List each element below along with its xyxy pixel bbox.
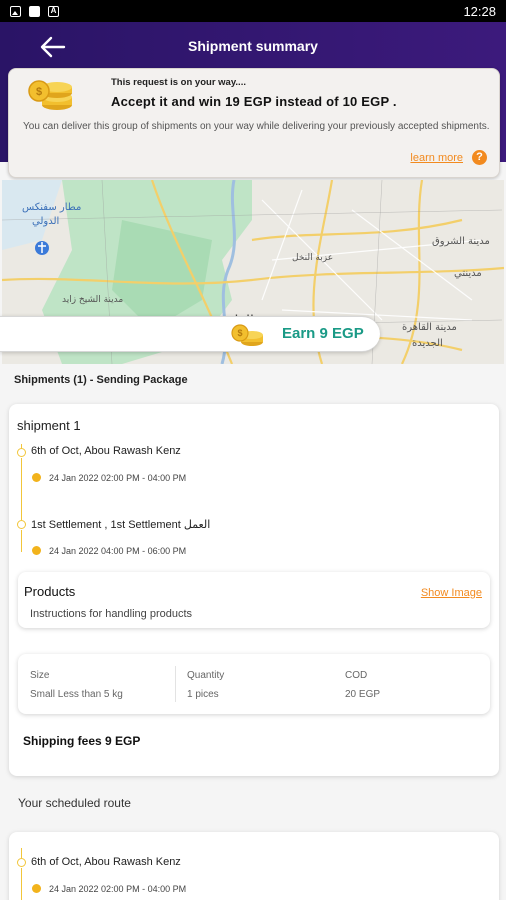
products-panel: Products Instructions for handling produ… bbox=[18, 572, 490, 628]
cod-label: COD bbox=[345, 670, 368, 681]
divider bbox=[175, 666, 176, 702]
pickup-time: 24 Jan 2022 02:00 PM - 04:00 PM bbox=[49, 473, 187, 483]
quantity-column: Quantity 1 pices bbox=[187, 670, 224, 700]
route-card: 6th of Oct, Abou Rawash Kenz 24 Jan 2022… bbox=[9, 832, 499, 900]
shipment-details: Size Small Less than 5 kg Quantity 1 pic… bbox=[18, 654, 490, 714]
timeline-dot bbox=[16, 858, 26, 867]
size-label: Size bbox=[30, 670, 50, 681]
products-title: Products bbox=[24, 584, 76, 599]
quantity-value: 1 pices bbox=[187, 689, 219, 700]
shipment-card: shipment 1 6th of Oct, Abou Rawash Kenz … bbox=[9, 404, 499, 776]
pickup-address: 6th of Oct, Abou Rawash Kenz bbox=[31, 445, 181, 457]
timeline-dot bbox=[16, 448, 26, 457]
status-bar: A 12:28 bbox=[0, 0, 506, 22]
route-stop-address: 6th of Oct, Abou Rawash Kenz bbox=[31, 856, 181, 868]
clock-icon bbox=[32, 473, 41, 482]
earn-text: Earn 9 EGP bbox=[282, 325, 364, 342]
page-title: Shipment summary bbox=[188, 38, 318, 54]
dropoff-address: 1st Settlement , 1st Settlement العمل bbox=[31, 519, 211, 531]
svg-text:مدينتي: مدينتي bbox=[454, 268, 482, 279]
route-title: Your scheduled route bbox=[18, 796, 131, 810]
shipment-name: shipment 1 bbox=[17, 418, 81, 433]
timeline-line bbox=[21, 868, 22, 900]
timeline-line bbox=[21, 848, 22, 858]
earn-badge: $ Earn 9 EGP bbox=[0, 316, 380, 352]
cod-value: 20 EGP bbox=[345, 689, 381, 700]
timeline-line bbox=[21, 458, 22, 520]
svg-text:عزبة النخل: عزبة النخل bbox=[292, 253, 333, 263]
shipments-section-title: Shipments (1) - Sending Package bbox=[14, 374, 188, 386]
timeline-dot bbox=[16, 520, 26, 529]
coins-icon: $ bbox=[28, 80, 72, 110]
square-notification-icon bbox=[29, 5, 40, 17]
learn-more-link[interactable]: learn more bbox=[410, 152, 463, 164]
shipping-fees: Shipping fees 9 EGP bbox=[23, 734, 141, 748]
coins-icon: $ bbox=[231, 324, 263, 346]
size-column: Size Small Less than 5 kg bbox=[30, 670, 123, 700]
help-icon[interactable]: ? bbox=[472, 150, 487, 165]
app-notification-icon: A bbox=[48, 5, 59, 17]
show-image-link[interactable]: Show Image bbox=[421, 587, 482, 599]
products-description: Instructions for handling products bbox=[30, 608, 193, 620]
offer-headline: Accept it and win 19 EGP instead of 10 E… bbox=[111, 94, 397, 109]
svg-text:مدينة القاهرة: مدينة القاهرة bbox=[402, 322, 457, 333]
svg-text:مطار سفنكس: مطار سفنكس bbox=[22, 202, 81, 213]
cod-column: COD 20 EGP bbox=[345, 670, 380, 700]
route-stop-time: 24 Jan 2022 02:00 PM - 04:00 PM bbox=[49, 884, 187, 894]
offer-description: You can deliver this group of shipments … bbox=[23, 121, 490, 132]
size-value: Small Less than 5 kg bbox=[30, 689, 123, 700]
svg-text:الجديدة: الجديدة bbox=[412, 338, 443, 349]
quantity-label: Quantity bbox=[187, 670, 225, 681]
svg-text:الدولي: الدولي bbox=[32, 216, 59, 227]
svg-text:مدينة الشيخ زايد: مدينة الشيخ زايد bbox=[62, 295, 123, 305]
status-time: 12:28 bbox=[463, 3, 496, 19]
clock-icon bbox=[32, 546, 41, 555]
svg-text:$: $ bbox=[36, 86, 42, 98]
offer-pre-title: This request is on your way.... bbox=[111, 77, 246, 88]
offer-card: $ This request is on your way.... Accept… bbox=[8, 68, 500, 178]
gallery-notification-icon bbox=[10, 5, 21, 17]
svg-text:مدينة الشروق: مدينة الشروق bbox=[432, 236, 490, 247]
clock-icon bbox=[32, 884, 41, 893]
svg-text:$: $ bbox=[237, 328, 242, 338]
dropoff-time: 24 Jan 2022 04:00 PM - 06:00 PM bbox=[49, 546, 187, 556]
timeline-line bbox=[21, 530, 22, 552]
